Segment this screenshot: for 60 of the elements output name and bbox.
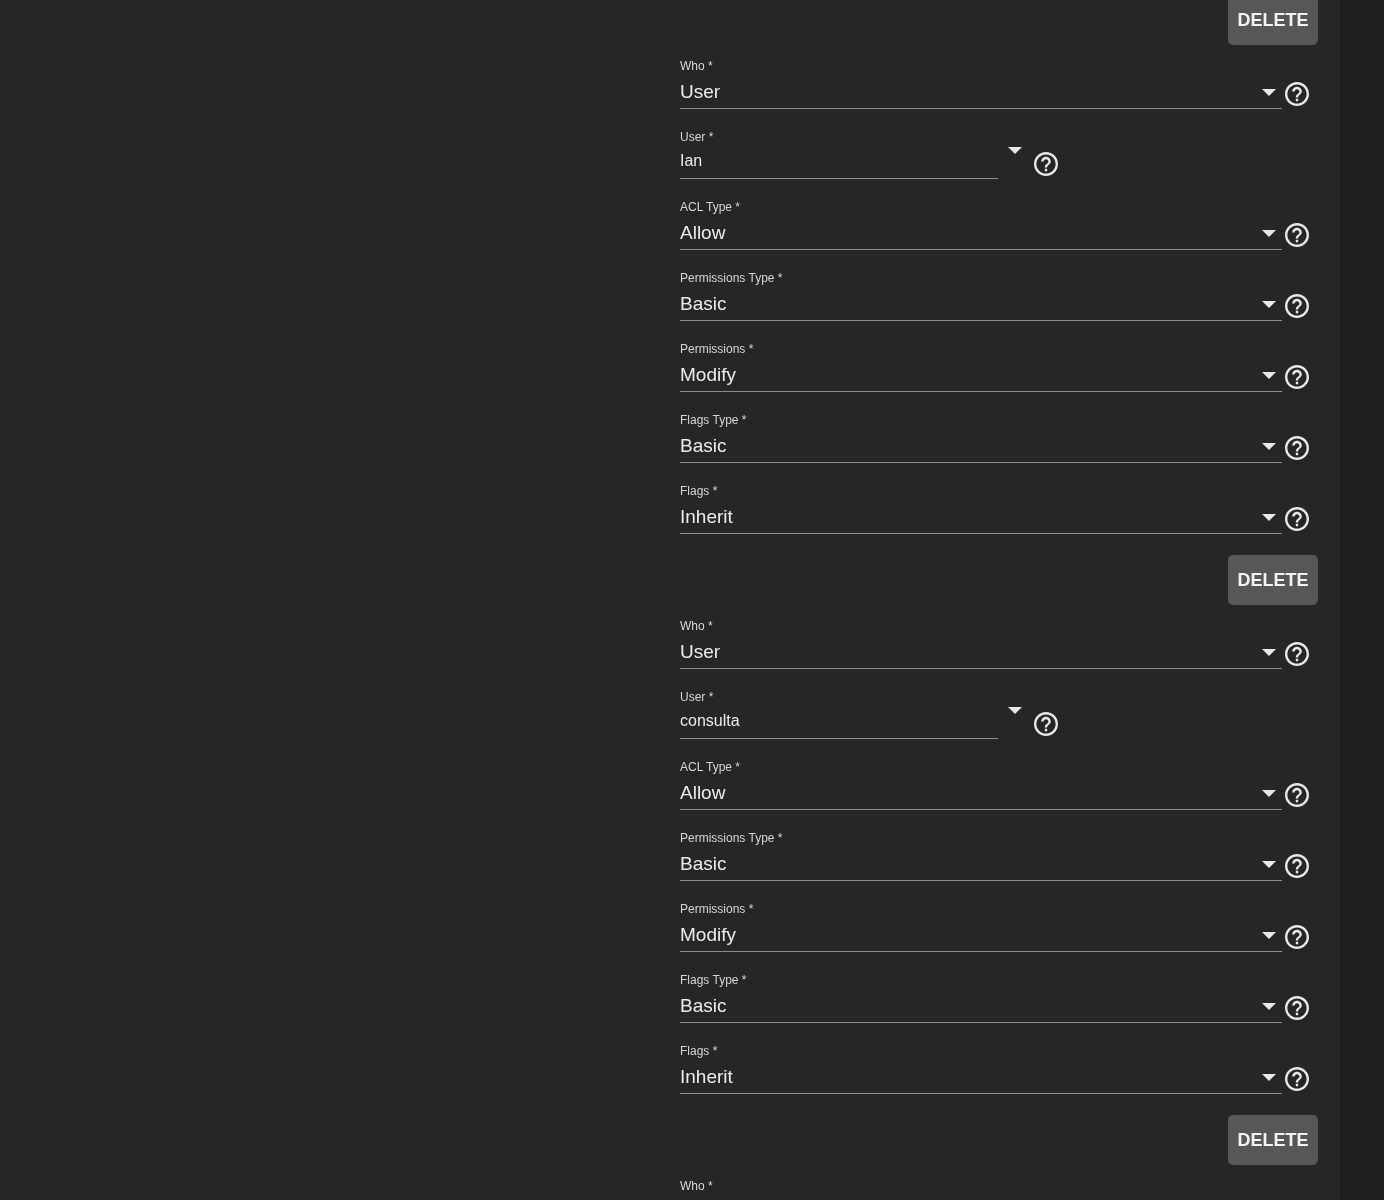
select-field[interactable]: Basic bbox=[680, 845, 1282, 881]
field-label: Permissions * bbox=[680, 342, 754, 356]
help-icon[interactable] bbox=[1285, 1066, 1309, 1091]
caret-icon[interactable] bbox=[1262, 300, 1276, 308]
help-icon[interactable] bbox=[1285, 924, 1309, 949]
caret-icon[interactable] bbox=[1008, 707, 1022, 714]
field-label: Who * bbox=[680, 59, 713, 73]
field-label: Permissions Type * bbox=[680, 831, 783, 845]
help-icon[interactable] bbox=[1285, 995, 1309, 1020]
field-label: Permissions * bbox=[680, 902, 754, 916]
field-label: Who * bbox=[680, 1179, 713, 1193]
help-icon[interactable] bbox=[1285, 853, 1309, 878]
field-label: User * bbox=[680, 690, 714, 704]
select-field[interactable]: Basic bbox=[680, 285, 1282, 321]
field-label: Flags Type * bbox=[680, 413, 747, 427]
caret-icon[interactable] bbox=[1262, 1002, 1276, 1010]
delete-button[interactable]: DELETE bbox=[1228, 1115, 1318, 1165]
combobox-field[interactable]: Ian bbox=[680, 144, 998, 179]
caret-icon[interactable] bbox=[1262, 648, 1276, 656]
help-icon[interactable] bbox=[1285, 293, 1309, 318]
help-icon[interactable] bbox=[1034, 151, 1058, 176]
select-field[interactable]: Basic bbox=[680, 987, 1282, 1023]
select-field[interactable]: Modify bbox=[680, 916, 1282, 952]
help-icon[interactable] bbox=[1285, 782, 1309, 807]
field-label: Flags * bbox=[680, 1044, 718, 1058]
caret-icon[interactable] bbox=[1262, 229, 1276, 237]
select-field[interactable]: Allow bbox=[680, 774, 1282, 810]
caret-icon[interactable] bbox=[1262, 88, 1276, 96]
field-label: Flags Type * bbox=[680, 973, 747, 987]
field-label: User * bbox=[680, 130, 714, 144]
delete-button[interactable]: DELETE bbox=[1228, 0, 1318, 45]
help-icon[interactable] bbox=[1285, 81, 1309, 106]
help-icon[interactable] bbox=[1034, 711, 1058, 736]
select-field[interactable]: User bbox=[680, 633, 1282, 669]
caret-icon[interactable] bbox=[1262, 1073, 1276, 1081]
select-field[interactable]: Basic bbox=[680, 427, 1282, 463]
field-label: Permissions Type * bbox=[680, 271, 783, 285]
delete-button[interactable]: DELETE bbox=[1228, 555, 1318, 605]
caret-icon[interactable] bbox=[1262, 442, 1276, 450]
field-label: Flags * bbox=[680, 484, 718, 498]
field-label: ACL Type * bbox=[680, 200, 741, 214]
caret-icon[interactable] bbox=[1262, 789, 1276, 797]
select-field[interactable]: User bbox=[680, 73, 1282, 109]
select-field[interactable]: Modify bbox=[680, 356, 1282, 392]
help-icon[interactable] bbox=[1285, 506, 1309, 531]
field-label: Who * bbox=[680, 619, 713, 633]
combobox-field[interactable]: consulta bbox=[680, 704, 998, 739]
caret-icon[interactable] bbox=[1008, 147, 1022, 154]
caret-icon[interactable] bbox=[1262, 513, 1276, 521]
caret-icon[interactable] bbox=[1262, 860, 1276, 868]
help-icon[interactable] bbox=[1285, 222, 1309, 247]
select-field[interactable]: Inherit bbox=[680, 1058, 1282, 1094]
select-field[interactable]: Allow bbox=[680, 214, 1282, 250]
field-label: ACL Type * bbox=[680, 760, 741, 774]
caret-icon[interactable] bbox=[1262, 371, 1276, 379]
caret-icon[interactable] bbox=[1262, 931, 1276, 939]
help-icon[interactable] bbox=[1285, 435, 1309, 460]
help-icon[interactable] bbox=[1285, 641, 1309, 666]
select-field[interactable]: Inherit bbox=[680, 498, 1282, 534]
help-icon[interactable] bbox=[1285, 364, 1309, 389]
